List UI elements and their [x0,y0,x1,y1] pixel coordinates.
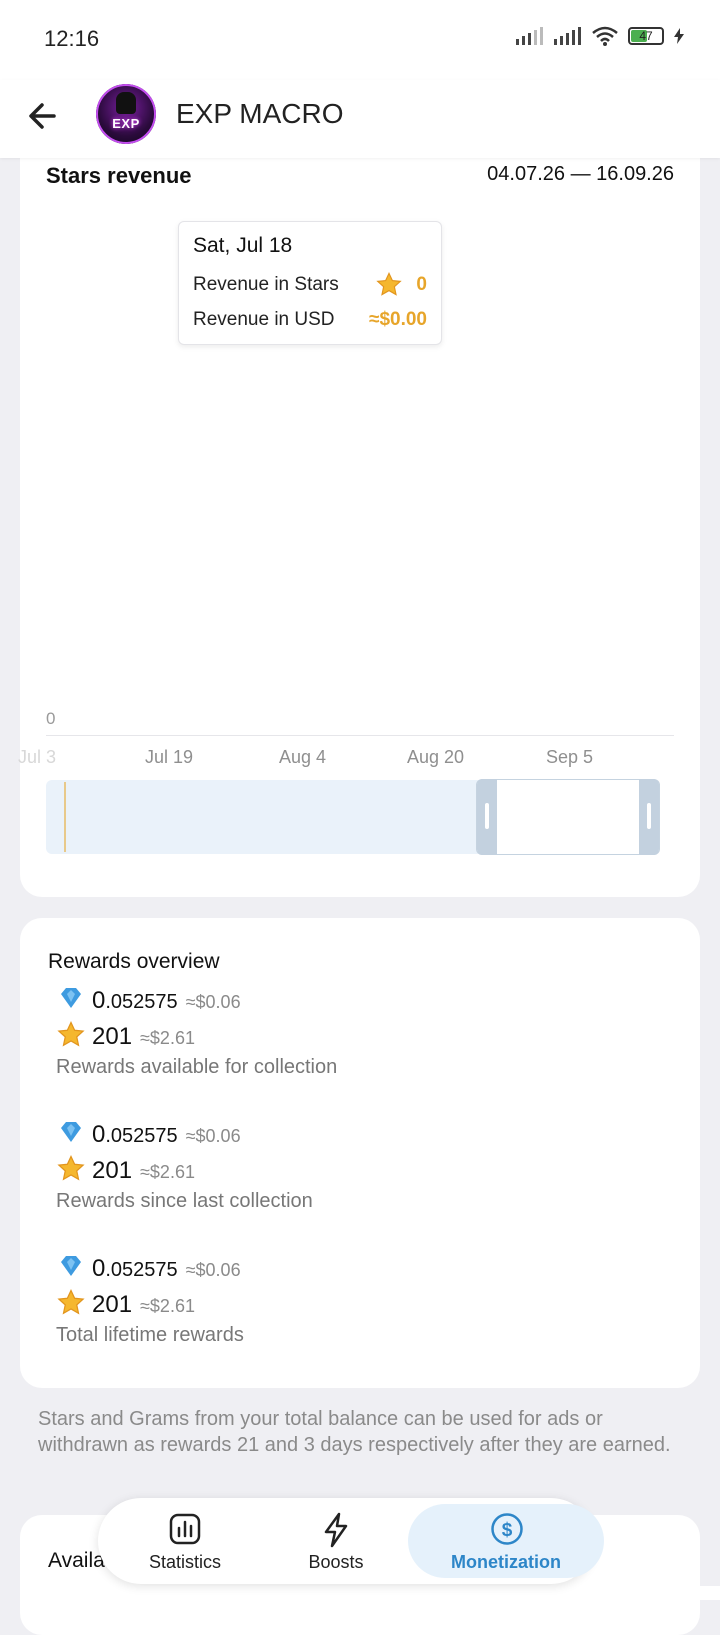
gem-icon [61,1122,81,1142]
available-balance-title: Availa [48,1549,105,1572]
wifi-icon [592,26,618,46]
tab-label: Boosts [308,1552,364,1572]
star-icon [376,271,402,296]
tooltip-date: Sat, Jul 18 [193,234,293,257]
rewards-title: Rewards overview [48,950,220,973]
battery-level: 47 [639,29,653,43]
navigator-window[interactable] [476,779,660,855]
lightning-icon [324,1512,348,1548]
stars-revenue-card: Stars revenue 04.07.26 — 16.09.26 Sat, J… [18,155,700,897]
channel-title[interactable]: EXP MACRO [176,98,344,130]
chart-baseline [46,735,674,736]
status-bar: 12:16 47 [0,0,720,80]
navigator-right-handle[interactable] [639,779,659,855]
gram-amount: 0.052575 ≈$0.06 [56,1246,656,1282]
reward-block: 0.052575 ≈$0.06 201 ≈$2.61 Total lifetim… [56,1246,656,1347]
signal-icon [554,27,581,45]
back-arrow-icon[interactable] [24,96,64,136]
gram-amount: 0.052575 ≈$0.06 [56,1112,656,1148]
tooltip-label: Revenue in Stars [193,274,339,295]
signal-icon [516,27,543,45]
tab-label: Statistics [148,1552,222,1572]
tab-label: Monetization [451,1552,561,1572]
chart-date-range[interactable]: 04.07.26 — 16.09.26 [487,163,674,186]
star-icon [57,1021,85,1047]
tooltip-row-stars: Revenue in Stars 0 [193,271,427,296]
status-time: 12:16 [44,26,100,51]
chart-tooltip: Sat, Jul 18 Revenue in Stars 0 Revenue i… [178,221,442,345]
app-bar: EXP EXP MACRO [0,80,720,158]
x-tick-label: Sep 5 [546,747,594,767]
stars-amount: 201 ≈$2.61 [56,1148,656,1184]
tab-monetization[interactable]: $ Monetization [408,1504,604,1578]
y-tick-label: 0 [46,709,56,728]
reward-label: Rewards since last collection [56,1190,313,1212]
navigator-series-line [64,782,66,852]
bottom-tab-bar: Statistics Boosts $ Monetization [98,1498,604,1584]
status-icons: 47 [516,26,684,46]
avatar-logo-text: EXP [112,116,140,131]
chart-title: Stars revenue [46,163,192,188]
tooltip-label: Revenue in USD [193,309,335,330]
star-icon [57,1289,85,1315]
bottom-edge [576,1586,720,1600]
rewards-info-text: Stars and Grams from your total balance … [38,1408,671,1456]
x-tick-label: Jul 19 [145,747,194,767]
x-tick-label: Aug 20 [407,747,465,767]
star-icon [57,1155,85,1181]
navigator-left-handle[interactable] [477,779,497,855]
charging-icon [674,28,684,44]
tooltip-value: ≈$0.00 [369,309,427,330]
stars-amount: 201 ≈$2.61 [56,1014,656,1050]
reward-block: 0.052575 ≈$0.06 201 ≈$2.61 Rewards since… [56,1112,656,1213]
tab-boosts[interactable]: Boosts [261,1504,411,1578]
reward-block: 0.052575 ≈$0.06 201 ≈$2.61 Rewards avail… [56,978,656,1079]
battery-icon: 47 [628,27,664,45]
chart-range-navigator[interactable] [46,779,660,855]
bar-chart-icon [169,1513,201,1545]
gram-amount: 0.052575 ≈$0.06 [56,978,656,1014]
tab-statistics[interactable]: Statistics [110,1504,260,1578]
dollar-circle-icon: $ [491,1513,523,1545]
reward-label: Rewards available for collection [56,1056,338,1078]
gem-icon [61,1256,81,1276]
stars-amount: 201 ≈$2.61 [56,1282,656,1318]
tooltip-value: 0 [416,274,427,295]
gem-icon [61,988,81,1008]
x-tick-label: Jul 3 [18,747,57,767]
x-tick-label: Aug 4 [279,747,327,767]
svg-text:$: $ [502,1520,513,1541]
rewards-overview-card: Rewards overview 0.052575 ≈$0.06 201 ≈$2… [20,918,700,1388]
channel-avatar[interactable]: EXP [96,84,156,144]
reward-label: Total lifetime rewards [56,1324,244,1346]
tooltip-row-usd: Revenue in USD ≈$0.00 [193,309,427,331]
